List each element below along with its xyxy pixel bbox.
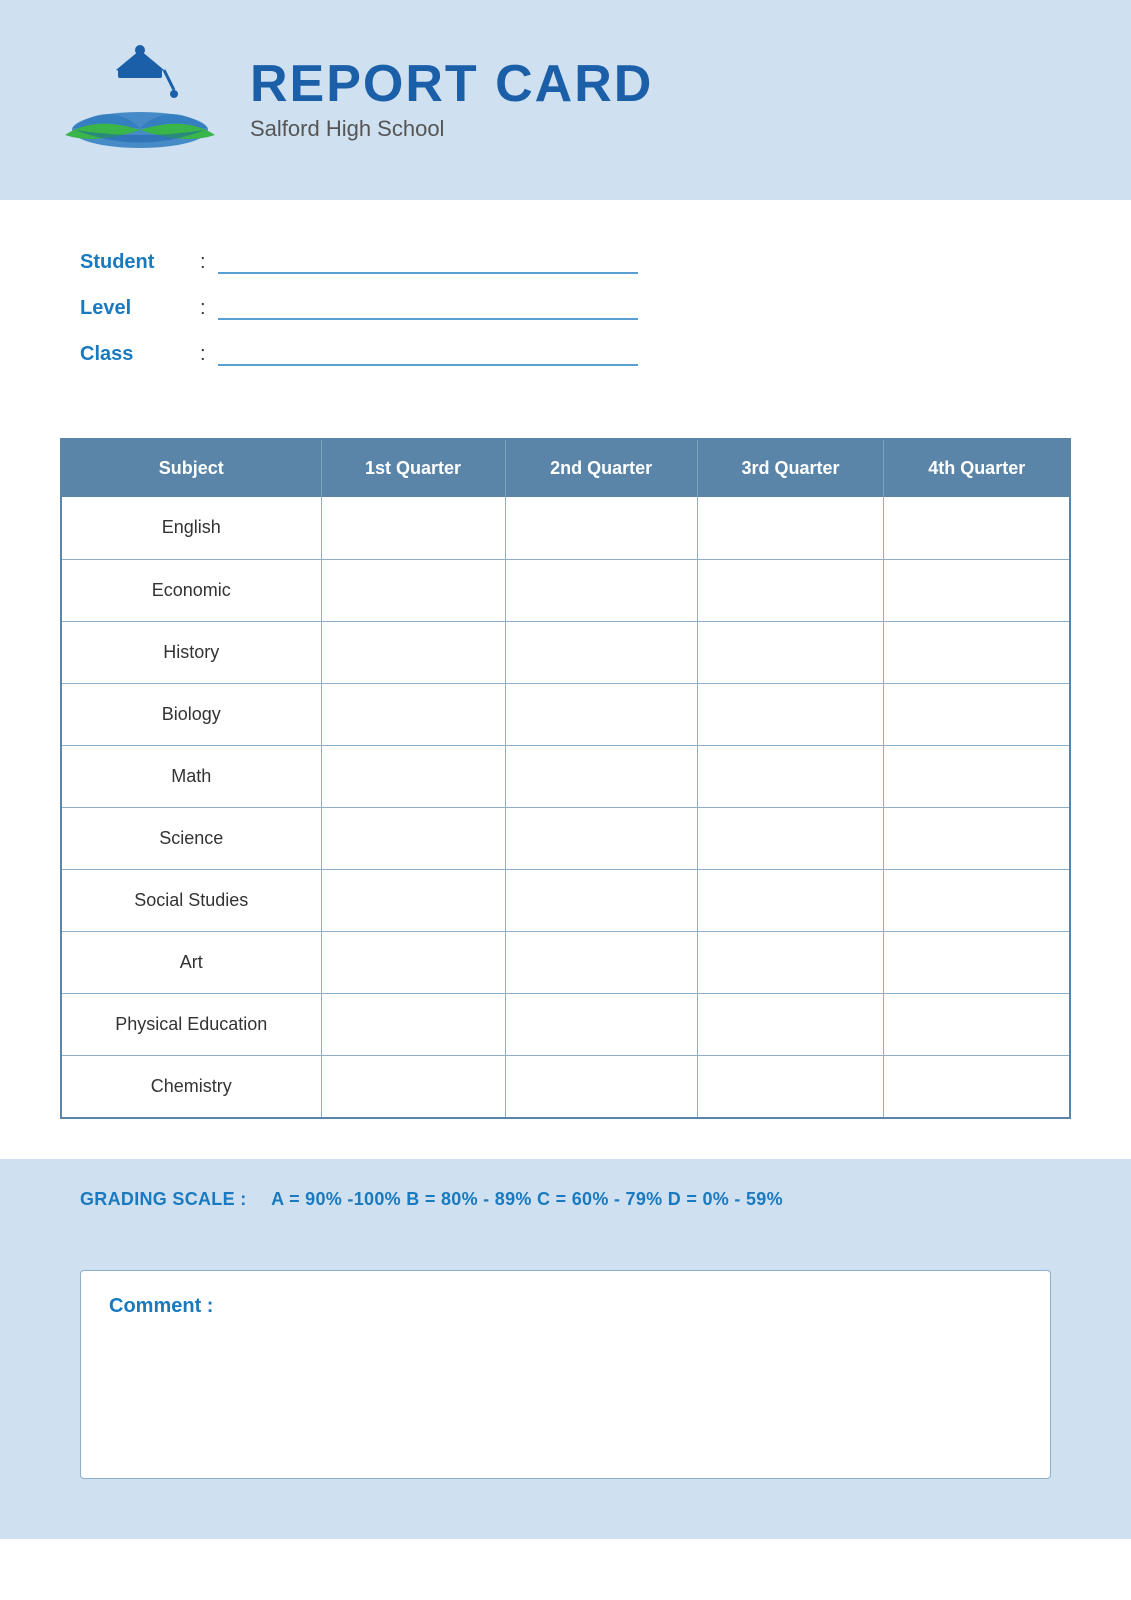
quarter-4-cell[interactable] xyxy=(884,993,1070,1055)
level-label: Level xyxy=(80,297,200,320)
subject-cell: Biology xyxy=(61,683,321,745)
subject-cell: Chemistry xyxy=(61,1055,321,1118)
grades-table: Subject 1st Quarter 2nd Quarter 3rd Quar… xyxy=(60,438,1071,1119)
quarter-4-cell[interactable] xyxy=(884,931,1070,993)
table-row: Art xyxy=(61,931,1070,993)
student-row: Student : xyxy=(80,250,1051,274)
quarter-4-cell[interactable] xyxy=(884,621,1070,683)
quarter-4-cell[interactable] xyxy=(884,1055,1070,1118)
table-header-row: Subject 1st Quarter 2nd Quarter 3rd Quar… xyxy=(61,439,1070,497)
student-colon: : xyxy=(200,251,206,274)
quarter-2-cell[interactable] xyxy=(505,807,697,869)
quarter-1-cell[interactable] xyxy=(321,807,505,869)
table-row: Math xyxy=(61,745,1070,807)
quarter-1-cell[interactable] xyxy=(321,931,505,993)
quarter-3-cell[interactable] xyxy=(697,993,884,1055)
quarter-2-cell[interactable] xyxy=(505,683,697,745)
comment-box: Comment : xyxy=(80,1270,1051,1479)
quarter-2-cell[interactable] xyxy=(505,621,697,683)
student-label: Student xyxy=(80,251,200,274)
class-row: Class : xyxy=(80,342,1051,366)
class-label: Class xyxy=(80,343,200,366)
quarter-1-cell[interactable] xyxy=(321,683,505,745)
subject-cell: English xyxy=(61,497,321,559)
subject-cell: Art xyxy=(61,931,321,993)
table-row: Biology xyxy=(61,683,1070,745)
level-input[interactable] xyxy=(218,296,638,320)
class-colon: : xyxy=(200,343,206,366)
table-row: Physical Education xyxy=(61,993,1070,1055)
quarter-3-cell[interactable] xyxy=(697,497,884,559)
level-row: Level : xyxy=(80,296,1051,320)
quarter-3-cell[interactable] xyxy=(697,745,884,807)
quarter-2-cell[interactable] xyxy=(505,559,697,621)
subject-cell: Math xyxy=(61,745,321,807)
quarter-2-cell[interactable] xyxy=(505,869,697,931)
grading-scale-label: GRADING SCALE : xyxy=(80,1189,247,1209)
comment-label: Comment : xyxy=(109,1295,1022,1318)
quarter-4-cell[interactable] xyxy=(884,497,1070,559)
table-row: English xyxy=(61,497,1070,559)
school-logo xyxy=(60,40,220,160)
quarter-4-cell[interactable] xyxy=(884,559,1070,621)
quarter-1-cell[interactable] xyxy=(321,559,505,621)
table-row: Chemistry xyxy=(61,1055,1070,1118)
quarter-3-cell[interactable] xyxy=(697,807,884,869)
header-q4: 4th Quarter xyxy=(884,439,1070,497)
comment-section: Comment : xyxy=(0,1240,1131,1539)
quarter-3-cell[interactable] xyxy=(697,683,884,745)
subject-cell: Social Studies xyxy=(61,869,321,931)
header-q1: 1st Quarter xyxy=(321,439,505,497)
quarter-1-cell[interactable] xyxy=(321,497,505,559)
level-colon: : xyxy=(200,297,206,320)
table-row: Science xyxy=(61,807,1070,869)
quarter-2-cell[interactable] xyxy=(505,931,697,993)
quarter-3-cell[interactable] xyxy=(697,1055,884,1118)
quarter-4-cell[interactable] xyxy=(884,869,1070,931)
subject-cell: Physical Education xyxy=(61,993,321,1055)
grading-scale-section: GRADING SCALE : A = 90% -100% B = 80% - … xyxy=(0,1159,1131,1240)
quarter-2-cell[interactable] xyxy=(505,1055,697,1118)
quarter-4-cell[interactable] xyxy=(884,807,1070,869)
school-name: Salford High School xyxy=(250,116,653,142)
quarter-3-cell[interactable] xyxy=(697,931,884,993)
quarter-1-cell[interactable] xyxy=(321,745,505,807)
quarter-1-cell[interactable] xyxy=(321,1055,505,1118)
quarter-4-cell[interactable] xyxy=(884,745,1070,807)
subject-cell: History xyxy=(61,621,321,683)
report-card-title: REPORT CARD xyxy=(250,58,653,110)
table-row: History xyxy=(61,621,1070,683)
quarter-2-cell[interactable] xyxy=(505,993,697,1055)
quarter-3-cell[interactable] xyxy=(697,621,884,683)
quarter-1-cell[interactable] xyxy=(321,869,505,931)
subject-cell: Science xyxy=(61,807,321,869)
quarter-2-cell[interactable] xyxy=(505,497,697,559)
quarter-1-cell[interactable] xyxy=(321,621,505,683)
table-row: Social Studies xyxy=(61,869,1070,931)
quarter-4-cell[interactable] xyxy=(884,683,1070,745)
quarter-1-cell[interactable] xyxy=(321,993,505,1055)
student-info-section: Student : Level : Class : xyxy=(0,200,1131,418)
grades-table-section: Subject 1st Quarter 2nd Quarter 3rd Quar… xyxy=(0,418,1131,1149)
grading-scale-values: A = 90% -100% B = 80% - 89% C = 60% - 79… xyxy=(271,1189,783,1209)
table-row: Economic xyxy=(61,559,1070,621)
comment-content[interactable] xyxy=(109,1334,1022,1454)
grading-scale-text: GRADING SCALE : A = 90% -100% B = 80% - … xyxy=(80,1189,1051,1210)
header: REPORT CARD Salford High School xyxy=(0,0,1131,200)
header-q2: 2nd Quarter xyxy=(505,439,697,497)
class-input[interactable] xyxy=(218,342,638,366)
subject-cell: Economic xyxy=(61,559,321,621)
student-input[interactable] xyxy=(218,250,638,274)
quarter-3-cell[interactable] xyxy=(697,559,884,621)
quarter-3-cell[interactable] xyxy=(697,869,884,931)
header-q3: 3rd Quarter xyxy=(697,439,884,497)
quarter-2-cell[interactable] xyxy=(505,745,697,807)
header-text: REPORT CARD Salford High School xyxy=(250,58,653,142)
header-subject: Subject xyxy=(61,439,321,497)
